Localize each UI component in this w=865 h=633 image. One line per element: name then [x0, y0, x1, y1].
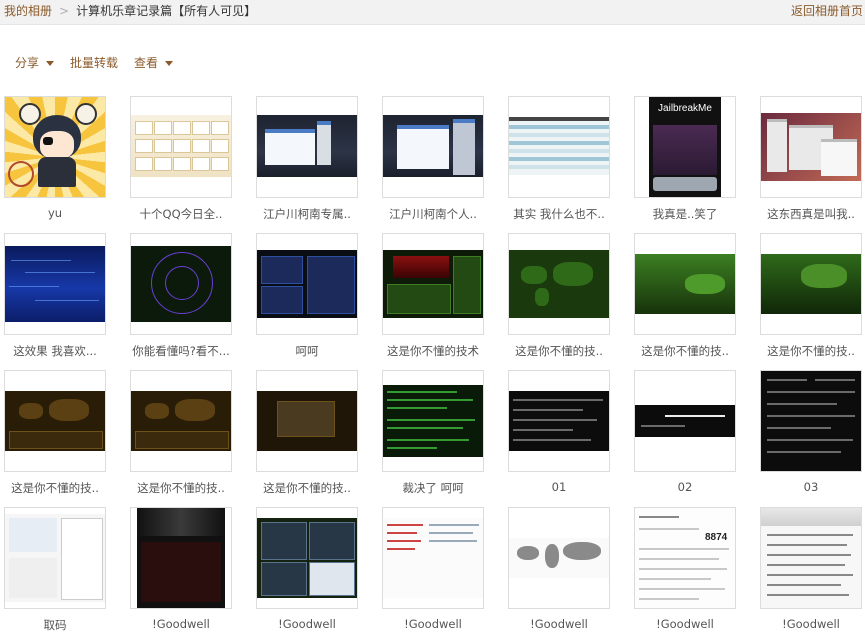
- photo-caption[interactable]: 裁决了 呵呵: [372, 480, 494, 496]
- dark-website-screenshot: [137, 508, 225, 608]
- photo-caption[interactable]: 这是你不懂的技..: [0, 480, 116, 496]
- photo-thumbnail[interactable]: [508, 370, 610, 472]
- multi-window-desktop-screenshot: [257, 518, 357, 598]
- benchmark-score-text: 8874: [705, 532, 728, 543]
- qq-windows-screenshot: [131, 115, 231, 177]
- photo-caption[interactable]: 01: [498, 480, 620, 494]
- photo-caption[interactable]: 这是你不懂的技..: [624, 343, 746, 359]
- view-menu-button[interactable]: 查看: [134, 55, 174, 71]
- brown-dialog-screenshot: [257, 391, 357, 451]
- breadcrumb-separator: >: [59, 4, 70, 18]
- photo-thumbnail[interactable]: [256, 507, 358, 609]
- photo-thumbnail[interactable]: [4, 507, 106, 609]
- photo-caption[interactable]: 这东西真是叫我..: [750, 206, 865, 222]
- photo-thumbnail[interactable]: [382, 96, 484, 198]
- anime-character-image: [5, 97, 105, 197]
- photo-thumbnail[interactable]: [760, 233, 862, 335]
- breadcrumb: 我的相册 > 计算机乐章记录篇【所有人可见】: [4, 3, 256, 19]
- photo-thumbnail[interactable]: [4, 96, 106, 198]
- file-list-screenshot: [383, 518, 483, 598]
- photo-caption[interactable]: 这是你不懂的技..: [498, 343, 620, 359]
- dialog-window-screenshot: [5, 514, 105, 602]
- photo-thumbnail[interactable]: [256, 233, 358, 335]
- photo-thumbnail[interactable]: [130, 96, 232, 198]
- photo-caption[interactable]: 取码: [0, 617, 116, 633]
- chevron-down-icon: [46, 61, 55, 66]
- green-gradient-screenshot: [635, 254, 735, 314]
- photo-thumbnail[interactable]: [382, 370, 484, 472]
- photo-thumbnail[interactable]: [130, 370, 232, 472]
- system-summary-screenshot: 8874: [635, 508, 735, 608]
- green-ui-screenshot: [383, 250, 483, 318]
- breadcrumb-home-link[interactable]: 我的相册: [4, 4, 52, 18]
- photo-thumbnail[interactable]: [382, 233, 484, 335]
- photo-thumbnail[interactable]: [508, 96, 610, 198]
- breadcrumb-current-album: 计算机乐章记录篇【所有人可见】: [76, 4, 257, 18]
- photo-caption[interactable]: 这是你不懂的技..: [246, 480, 368, 496]
- photo-caption[interactable]: 02: [624, 480, 746, 494]
- photo-caption[interactable]: 十个QQ今日全..: [120, 206, 242, 222]
- photo-caption[interactable]: 这是你不懂的技..: [750, 343, 865, 359]
- photo-caption[interactable]: yu: [0, 206, 116, 220]
- dark-terminal-screenshot: [509, 391, 609, 451]
- back-to-album-home-link[interactable]: 返回相册首页: [791, 3, 863, 19]
- green-gradient-screenshot: [761, 254, 861, 314]
- blue-code-wallpaper: [5, 246, 105, 322]
- photo-thumbnail[interactable]: [508, 233, 610, 335]
- photo-thumbnail[interactable]: [130, 507, 232, 609]
- desktop-screenshot: [383, 115, 483, 177]
- batch-repost-button[interactable]: 批量转载: [70, 55, 118, 71]
- table-screenshot: [509, 117, 609, 175]
- photo-thumbnail[interactable]: [4, 370, 106, 472]
- radar-screen-screenshot: [131, 246, 231, 322]
- mac-desktop-screenshot: [761, 113, 861, 181]
- share-menu-button[interactable]: 分享: [15, 55, 55, 71]
- photo-thumbnail[interactable]: [760, 96, 862, 198]
- photo-thumbnail[interactable]: [256, 96, 358, 198]
- photo-thumbnail[interactable]: [130, 233, 232, 335]
- photo-caption[interactable]: 你能看懂吗?看不...: [120, 343, 242, 359]
- jailbreak-title: JailbreakMe: [658, 103, 712, 114]
- view-label: 查看: [134, 56, 159, 70]
- photo-caption[interactable]: 其实 我什么也不..: [498, 206, 620, 222]
- world-map-image: [509, 538, 609, 578]
- share-label: 分享: [15, 56, 40, 70]
- photo-caption[interactable]: 江户川柯南个人..: [372, 206, 494, 222]
- photo-thumbnail[interactable]: [634, 233, 736, 335]
- photo-thumbnail[interactable]: [760, 370, 862, 472]
- photo-caption[interactable]: 我真是..笑了: [624, 206, 746, 222]
- photo-thumbnail[interactable]: [256, 370, 358, 472]
- brown-world-map-screenshot: [131, 391, 231, 451]
- dark-ui-screenshot: [257, 250, 357, 318]
- photo-thumbnail[interactable]: 8874: [634, 507, 736, 609]
- photo-caption[interactable]: 03: [750, 480, 865, 494]
- green-terminal-screenshot: [383, 385, 483, 457]
- photo-thumbnail[interactable]: [508, 507, 610, 609]
- photo-caption[interactable]: 这是你不懂的技术: [372, 343, 494, 359]
- photo-thumbnail[interactable]: [4, 233, 106, 335]
- top-bar: 我的相册 > 计算机乐章记录篇【所有人可见】 返回相册首页: [0, 0, 865, 25]
- benchmark-results-screenshot: [761, 508, 861, 608]
- photo-thumbnail[interactable]: [382, 507, 484, 609]
- photo-caption[interactable]: 江户川柯南专属..: [246, 206, 368, 222]
- photo-caption[interactable]: 这效果 我喜欢...: [0, 343, 116, 359]
- desktop-screenshot: [257, 115, 357, 177]
- brown-world-map-screenshot: [5, 391, 105, 451]
- chevron-down-icon: [165, 61, 174, 66]
- dark-terminal-screenshot: [635, 405, 735, 437]
- dark-terminal-screenshot: [761, 371, 861, 471]
- photo-thumbnail[interactable]: [634, 370, 736, 472]
- green-world-map-screenshot: [509, 250, 609, 318]
- photo-caption[interactable]: 呵呵: [246, 343, 368, 359]
- photo-thumbnail[interactable]: [760, 507, 862, 609]
- photo-caption[interactable]: 这是你不懂的技..: [120, 480, 242, 496]
- phone-screenshot: JailbreakMe: [649, 97, 721, 197]
- photo-thumbnail[interactable]: JailbreakMe: [634, 96, 736, 198]
